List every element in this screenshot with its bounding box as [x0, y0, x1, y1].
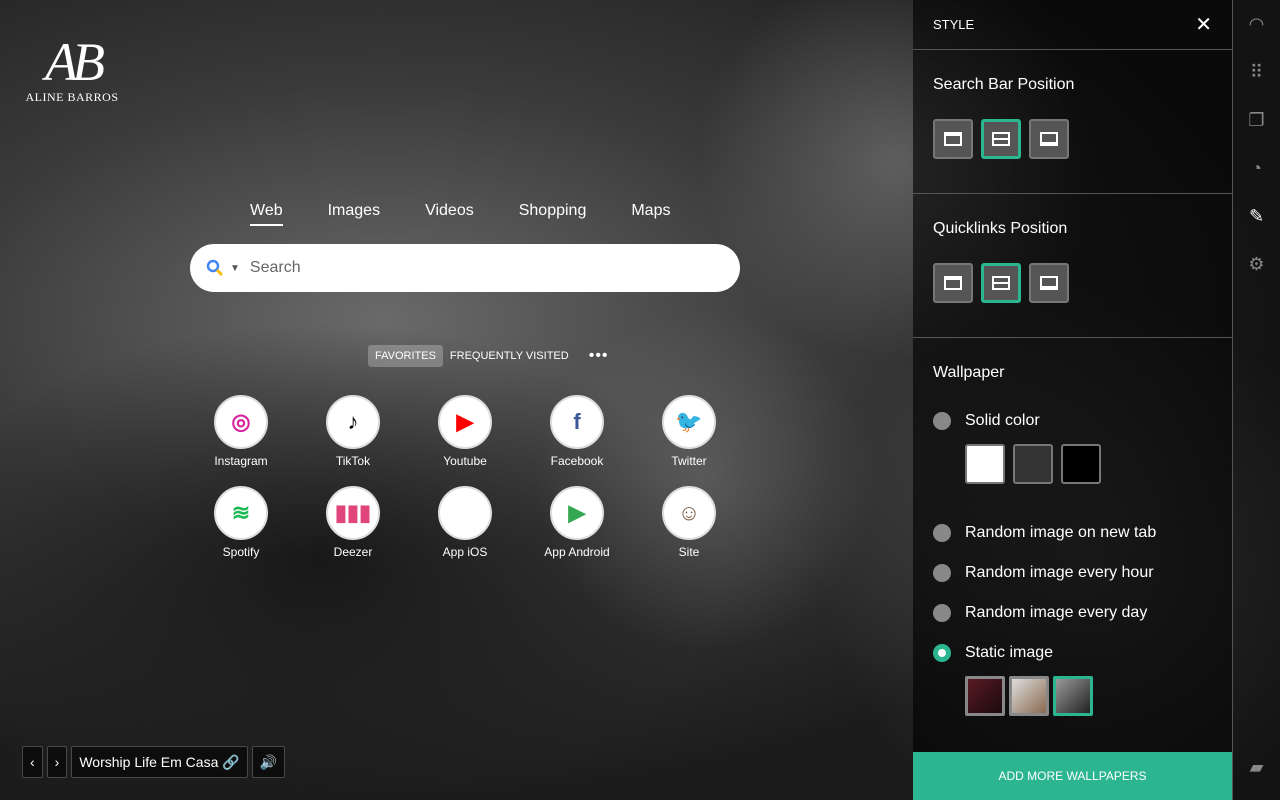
color-swatch-gray[interactable]	[1013, 444, 1053, 484]
quicklinks-position-heading: Quicklinks Position	[933, 220, 1068, 237]
option-label: Random image every day	[965, 604, 1148, 621]
quicklink-label: Twitter	[671, 454, 707, 468]
quicklinks-grid: ◎ Instagram ♪ TikTok ▶ Youtube f Facebook 🐦 Twitt…	[185, 395, 745, 559]
spotify-icon: ≋	[214, 486, 268, 540]
add-more-wallpapers-button[interactable]: ADD MORE WALLPAPERS	[913, 752, 1232, 800]
quicklink-app-ios[interactable]: App iOS	[409, 486, 521, 559]
quicklink-label: Instagram	[214, 454, 268, 468]
quicklink-youtube[interactable]: ▶ Youtube	[409, 395, 521, 468]
quicklink-label: Youtube	[443, 454, 487, 468]
chevron-down-icon[interactable]: ▼	[230, 263, 240, 274]
search-input[interactable]	[249, 259, 700, 277]
quicklink-label: Site	[678, 545, 700, 559]
quicklink-label: Spotify	[222, 545, 260, 559]
quicklink-instagram[interactable]: ◎ Instagram	[185, 395, 297, 468]
quicklink-facebook[interactable]: f Facebook	[521, 395, 633, 468]
radio[interactable]	[933, 524, 951, 542]
youtube-icon: ▶	[438, 395, 492, 449]
search-tabs: Web Images Videos Shopping Maps	[250, 202, 715, 226]
position-top-button[interactable]	[933, 263, 973, 303]
option-static-image[interactable]: Static image	[933, 644, 1212, 662]
wallpaper-thumbnail[interactable]	[1009, 676, 1049, 716]
app-android-icon: ▶	[550, 486, 604, 540]
panel-title: STYLE	[933, 17, 975, 32]
logo-mark: AB	[45, 32, 105, 92]
rss-icon[interactable]: ◠	[1233, 14, 1280, 35]
option-random-new-tab[interactable]: Random image on new tab	[933, 524, 1212, 542]
twitter-icon: 🐦	[662, 395, 716, 449]
volume-button[interactable]: 🔊	[251, 746, 286, 778]
quicklink-label: App iOS	[442, 545, 488, 559]
search-bar: ▼	[190, 244, 740, 292]
site-icon: ☺	[662, 486, 716, 540]
position-bottom-button[interactable]	[1029, 263, 1069, 303]
tab-favorites[interactable]: FAVORITES	[368, 345, 443, 367]
quicklink-label: TikTok	[335, 454, 371, 468]
history-clock-icon[interactable]: ◔	[1233, 158, 1280, 179]
position-top-button[interactable]	[933, 119, 973, 159]
tab-images[interactable]: Images	[328, 202, 380, 226]
tab-frequently-visited[interactable]: FREQUENTLY VISITED	[443, 345, 576, 367]
speaker-icon: 🔊	[259, 753, 278, 770]
quicklink-app-android[interactable]: ▶ App Android	[521, 486, 633, 559]
style-edit-icon[interactable]: ✎	[1233, 206, 1280, 227]
quicklink-site[interactable]: ☺ Site	[633, 486, 745, 559]
color-swatch-white[interactable]	[965, 444, 1005, 484]
quicklink-twitter[interactable]: 🐦 Twitter	[633, 395, 745, 468]
tab-web[interactable]: Web	[250, 202, 283, 226]
option-random-hour[interactable]: Random image every hour	[933, 564, 1212, 582]
wallpaper-heading: Wallpaper	[933, 364, 1005, 381]
option-random-day[interactable]: Random image every day	[933, 604, 1212, 622]
instagram-icon: ◎	[214, 395, 268, 449]
music-player: ‹ › Worship Life Em Casa 🔗 🔊	[22, 746, 286, 778]
quicklink-label: Facebook	[550, 454, 604, 468]
brand-logo: AB ALINE BARROS	[22, 34, 122, 105]
position-middle-button[interactable]	[981, 119, 1021, 159]
quicklink-label: Deezer	[333, 545, 373, 559]
search-engine-icon[interactable]	[206, 259, 224, 277]
radio[interactable]	[933, 604, 951, 622]
previous-button[interactable]: ‹	[22, 746, 43, 778]
color-swatch-black[interactable]	[1061, 444, 1101, 484]
tab-videos[interactable]: Videos	[425, 202, 474, 226]
option-solid-color[interactable]: Solid color	[933, 412, 1212, 430]
more-icon[interactable]: •••	[582, 342, 616, 370]
quicklinks-tabs: FAVORITES FREQUENTLY VISITED •••	[368, 342, 616, 370]
option-label: Solid color	[965, 412, 1040, 429]
position-bottom-button[interactable]	[1029, 119, 1069, 159]
track-title: Worship Life Em Casa	[79, 754, 219, 770]
tab-shopping[interactable]: Shopping	[519, 202, 587, 226]
side-rail: ◠ ⠿ ❐ ◔ ✎ ⚙ ▰	[1233, 0, 1280, 800]
radio[interactable]	[933, 412, 951, 430]
radio[interactable]	[933, 564, 951, 582]
app-ios-icon	[438, 486, 492, 540]
option-label: Random image on new tab	[965, 524, 1157, 541]
tiktok-icon: ♪	[326, 395, 380, 449]
wallpaper-thumbnail[interactable]	[965, 676, 1005, 716]
option-label: Static image	[965, 644, 1054, 661]
quicklink-tiktok[interactable]: ♪ TikTok	[297, 395, 409, 468]
option-label: Random image every hour	[965, 564, 1154, 581]
tab-maps[interactable]: Maps	[631, 202, 670, 226]
apps-grid-icon[interactable]: ⠿	[1233, 62, 1280, 83]
next-button[interactable]: ›	[46, 746, 68, 778]
search-bar-position-heading: Search Bar Position	[933, 76, 1075, 93]
quicklink-label: App Android	[544, 545, 610, 559]
radio-selected[interactable]	[933, 644, 951, 662]
track-link[interactable]: Worship Life Em Casa 🔗	[71, 746, 248, 778]
facebook-icon: f	[550, 395, 604, 449]
wallpaper-thumbnail-selected[interactable]	[1053, 676, 1093, 716]
quicklink-spotify[interactable]: ≋ Spotify	[185, 486, 297, 559]
feedback-icon[interactable]: ▰	[1233, 757, 1280, 778]
bookmarks-icon[interactable]: ❐	[1233, 110, 1280, 131]
logo-name: ALINE BARROS	[25, 90, 119, 104]
gear-icon[interactable]: ⚙	[1233, 254, 1280, 275]
style-panel: STYLE ✕ Search Bar Position Quicklinks Po…	[913, 0, 1233, 800]
close-icon[interactable]: ✕	[1195, 12, 1212, 37]
quicklink-deezer[interactable]: ▮▮▮ Deezer	[297, 486, 409, 559]
position-middle-button[interactable]	[981, 263, 1021, 303]
deezer-icon: ▮▮▮	[326, 486, 380, 540]
link-icon: 🔗	[222, 753, 240, 770]
